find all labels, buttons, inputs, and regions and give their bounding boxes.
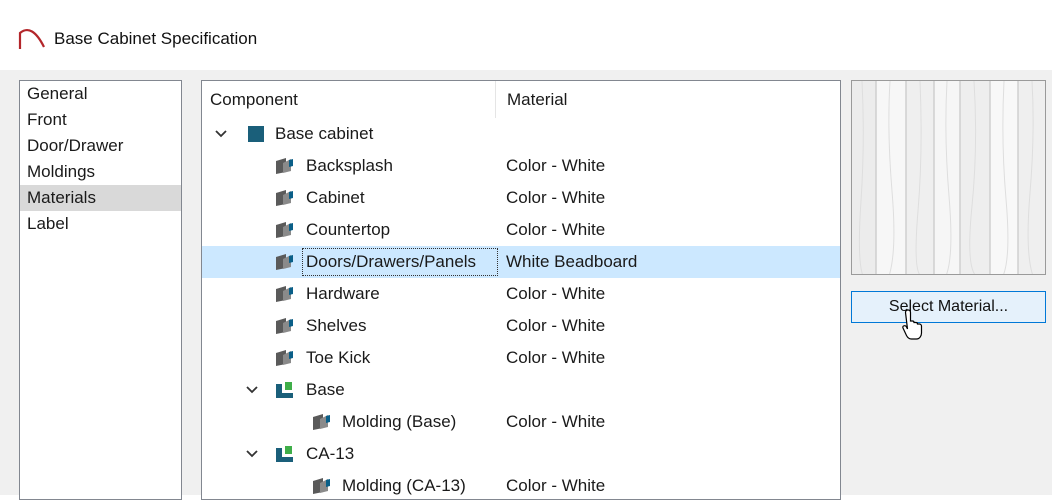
- nav-item-materials[interactable]: Materials: [20, 185, 181, 211]
- title-bar[interactable]: Base Cabinet Specification: [0, 0, 1052, 70]
- beadboard-texture: [852, 81, 1045, 274]
- column-header-material[interactable]: Material: [497, 81, 840, 118]
- component-name: Backsplash: [306, 156, 393, 175]
- material-preview: [851, 80, 1046, 275]
- mouse-pointer-icon: [902, 309, 923, 340]
- material-swatch-icon: [276, 318, 293, 334]
- column-header-component[interactable]: Component: [202, 81, 496, 118]
- material-swatch-icon: [313, 414, 330, 430]
- select-material-button[interactable]: Select Material...: [851, 291, 1046, 323]
- nav-item-moldings[interactable]: Moldings: [20, 159, 181, 185]
- tree-row-shelves[interactable]: Shelves Color - White: [202, 310, 840, 342]
- tree-row-hardware[interactable]: Hardware Color - White: [202, 278, 840, 310]
- material-value: Color - White: [506, 156, 606, 175]
- tree-row-toe-kick[interactable]: Toe Kick Color - White: [202, 342, 840, 374]
- material-value: Color - White: [506, 220, 606, 239]
- component-name: CA-13: [306, 444, 355, 463]
- material-swatch-icon: [313, 478, 330, 494]
- category-list[interactable]: General Front Door/Drawer Moldings Mater…: [19, 80, 182, 500]
- component-name: Base cabinet: [275, 124, 374, 143]
- dialog-content: General Front Door/Drawer Moldings Mater…: [0, 70, 1052, 500]
- tree-row-base-cabinet[interactable]: Base cabinet: [202, 118, 840, 150]
- cabinet-square-icon: [248, 126, 264, 142]
- molding-profile-icon: [276, 446, 293, 462]
- tree-row-backsplash[interactable]: Backsplash Color - White: [202, 150, 840, 182]
- material-value: Color - White: [506, 348, 606, 367]
- nav-item-door-drawer[interactable]: Door/Drawer: [20, 133, 181, 159]
- material-swatch-icon: [276, 222, 293, 238]
- material-swatch-icon: [276, 158, 293, 174]
- dialog-window: Base Cabinet Specification General Front…: [0, 0, 1052, 500]
- chevron-down-icon[interactable]: [214, 128, 228, 140]
- material-swatch-icon: [276, 286, 293, 302]
- dialog-title: Base Cabinet Specification: [54, 29, 258, 48]
- nav-item-front[interactable]: Front: [20, 107, 181, 133]
- component-name: Toe Kick: [306, 348, 371, 367]
- component-name: Molding (CA-13): [342, 476, 466, 495]
- component-name: Countertop: [306, 220, 391, 239]
- chevron-down-icon[interactable]: [245, 384, 259, 396]
- component-name: Cabinet: [306, 188, 365, 207]
- material-value: White Beadboard: [506, 252, 638, 271]
- material-value: Color - White: [506, 284, 606, 303]
- material-value: Color - White: [506, 316, 606, 335]
- component-name: Doors/Drawers/Panels: [300, 246, 500, 278]
- chevron-down-icon[interactable]: [245, 448, 259, 460]
- tree-row-base[interactable]: Base: [202, 374, 840, 406]
- tree-row-ca-13[interactable]: CA-13: [202, 438, 840, 470]
- material-swatch-icon: [276, 254, 293, 270]
- nav-item-general[interactable]: General: [20, 81, 181, 107]
- component-name: Shelves: [306, 316, 367, 335]
- tree-row-doors-drawers-panels[interactable]: Doors/Drawers/Panels White Beadboard: [202, 246, 840, 278]
- molding-profile-icon: [276, 382, 293, 398]
- tree-row-countertop[interactable]: Countertop Color - White: [202, 214, 840, 246]
- component-name: Hardware: [306, 284, 380, 303]
- tree-row-molding-ca-13[interactable]: Molding (CA-13) Color - White: [202, 470, 840, 502]
- component-name: Base: [306, 380, 345, 399]
- materials-tree[interactable]: Component Material Base cabinet Backspla…: [201, 80, 841, 500]
- material-swatch-icon: [276, 190, 293, 206]
- material-value: Color - White: [506, 476, 606, 495]
- material-swatch-icon: [276, 350, 293, 366]
- nav-item-label[interactable]: Label: [20, 211, 181, 237]
- tree-row-molding-base[interactable]: Molding (Base) Color - White: [202, 406, 840, 438]
- app-arch-icon: [18, 29, 45, 49]
- material-value: Color - White: [506, 412, 606, 431]
- component-name: Molding (Base): [342, 412, 457, 431]
- tree-row-cabinet[interactable]: Cabinet Color - White: [202, 182, 840, 214]
- material-value: Color - White: [506, 188, 606, 207]
